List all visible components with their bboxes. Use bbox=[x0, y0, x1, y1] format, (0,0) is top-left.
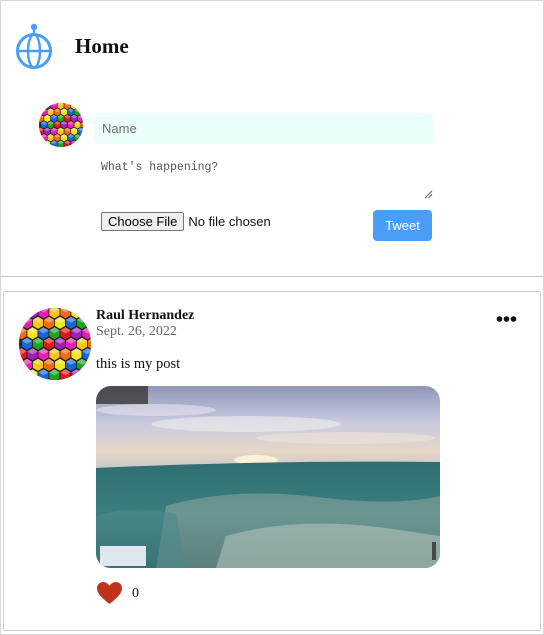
post-date: Sept. 26, 2022 bbox=[96, 324, 177, 339]
heart-icon[interactable] bbox=[96, 581, 123, 605]
page-title: Home bbox=[75, 34, 129, 58]
resize-handle-icon[interactable] bbox=[423, 189, 433, 199]
avatar-cubes-image bbox=[19, 308, 91, 380]
composer-avatar bbox=[39, 103, 83, 147]
file-status-text: No file chosen bbox=[188, 214, 271, 229]
tweet-content-field[interactable] bbox=[94, 155, 433, 201]
name-input[interactable] bbox=[94, 113, 433, 144]
post-card: Raul Hernandez Sept. 26, 2022 this is my… bbox=[3, 291, 541, 631]
post-author-name[interactable]: Raul Hernandez bbox=[96, 308, 194, 324]
tweet-button[interactable]: Tweet bbox=[373, 210, 432, 241]
globe-icon[interactable] bbox=[14, 22, 54, 70]
divider bbox=[0, 276, 544, 277]
choose-file-button[interactable]: Choose File bbox=[101, 212, 185, 231]
post-text: this is my post bbox=[96, 356, 181, 372]
post-author-avatar[interactable] bbox=[19, 308, 91, 380]
more-horizontal-icon[interactable] bbox=[496, 315, 517, 323]
like-count: 0 bbox=[132, 586, 139, 601]
post-image[interactable] bbox=[96, 386, 440, 568]
file-picker: Choose File No file chosen bbox=[101, 212, 271, 231]
avatar-cubes-image bbox=[39, 103, 83, 147]
reef-panorama-image bbox=[96, 386, 440, 568]
